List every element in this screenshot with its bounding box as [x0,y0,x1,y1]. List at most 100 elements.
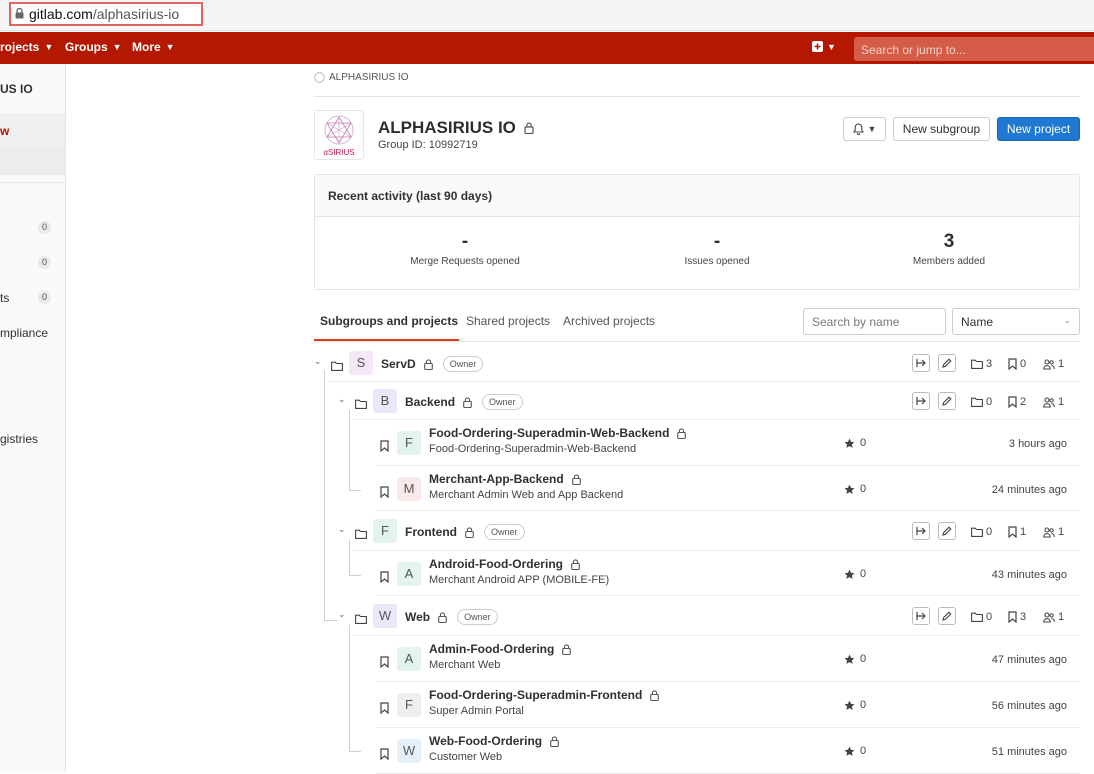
leave-group-button[interactable] [912,607,930,625]
bookmark-icon [1008,358,1017,370]
bookmark-icon-wrap [380,747,389,765]
sidebar-item-overview[interactable]: w [0,113,65,147]
project-row[interactable]: M Merchant-App-Backend Merchant Admin Web … [314,466,1080,511]
edit-group-button[interactable] [938,392,956,410]
project-description: Food-Ordering-Superadmin-Web-Backend [429,443,637,455]
url-field[interactable]: gitlab.com/alphasirius-io [9,2,203,26]
chevron-down-icon[interactable]: ⌄ [338,609,346,620]
star-icon [844,746,855,756]
sidebar-item-label: w [0,124,10,138]
lock-icon [463,396,472,408]
tree-connector-line [349,490,361,491]
nav-projects[interactable]: rojects ▼ [0,40,53,54]
breadcrumb-link[interactable]: ALPHASIRIUS IO [329,72,408,83]
project-row[interactable]: A Android-Food-Ordering Merchant Android A… [314,551,1080,596]
project-name[interactable]: Web-Food-Ordering [429,734,559,748]
subgroup-row[interactable]: ⌄ B Backend Owner 0 2 1 [314,381,1080,420]
new-dropdown-button[interactable]: ▼ [812,41,836,52]
nav-more[interactable]: More ▼ [132,40,175,54]
star-count: 0 [844,745,866,757]
count-value: 0 [986,396,993,408]
sidebar-item-requirements[interactable]: ts 0 [0,291,65,305]
lock-icon [562,643,572,655]
notifications-dropdown-button[interactable]: ▼ [843,117,886,141]
sidebar-item-issues[interactable]: 0 [0,221,65,235]
subgroup-name[interactable]: Frontend Owner [405,524,525,540]
sidebar-item-compliance[interactable]: mpliance [0,326,65,340]
project-description: Merchant Admin Web and App Backend [429,489,624,501]
project-row[interactable]: F Food-Ordering-Superadmin-Frontend Super … [314,682,1080,728]
chevron-down-icon: ▼ [165,42,175,52]
project-name[interactable]: Admin-Food-Ordering [429,642,572,656]
bookmark-icon-wrap [380,570,389,588]
project-name-text: Admin-Food-Ordering [429,642,555,656]
chevron-down-icon[interactable]: ⌄ [314,356,322,367]
project-name[interactable]: Android-Food-Ordering [429,557,580,571]
subgroup-name[interactable]: ServD Owner [381,356,484,372]
subgroup-row[interactable]: ⌄ S ServD Owner 3 0 1 [314,344,1080,382]
sidebar-item-merge-requests[interactable]: 0 [0,256,65,270]
new-subgroup-button[interactable]: New subgroup [893,117,990,141]
global-search-input[interactable]: Search or jump to... [854,37,1094,61]
breadcrumb: ALPHASIRIUS IO [314,72,408,83]
chevron-down-icon: ▼ [827,41,836,52]
group-id: Group ID: 10992719 [378,139,478,151]
new-project-button[interactable]: New project [997,117,1080,141]
lock-icon [524,122,534,134]
role-badge: Owner [482,394,523,410]
tab-archived-projects[interactable]: Archived projects [563,314,655,328]
count-value: 0 [860,483,867,495]
count-badge: 0 [38,256,51,269]
stat-issues: - Issues opened [637,231,797,267]
stat-value: - [713,231,721,252]
folder-icon [971,397,983,407]
subgroup-name[interactable]: Backend Owner [405,394,523,410]
subgroup-name-text: Web [405,610,431,624]
project-row[interactable]: F Food-Ordering-Superadmin-Web-Backend Foo… [314,420,1080,466]
project-row[interactable]: A Admin-Food-Ordering Merchant Web 0 47 minu… [314,636,1080,682]
tab-shared-projects[interactable]: Shared projects [466,314,550,328]
nav-groups[interactable]: Groups ▼ [65,40,122,54]
subgroup-name[interactable]: Web Owner [405,609,498,625]
subgroup-row[interactable]: ⌄ F Frontend Owner 0 1 1 [314,511,1080,551]
count-value: 0 [1020,358,1027,370]
tree-connector-line [349,575,361,576]
folder-icon [971,359,983,369]
edit-group-button[interactable] [938,607,956,625]
leave-group-button[interactable] [912,354,930,372]
group-avatar: B [373,389,397,413]
project-description: Merchant Web [429,659,501,671]
chevron-down-icon[interactable]: ⌄ [338,524,346,535]
tab-subgroups-and-projects[interactable]: Subgroups and projects [320,314,458,328]
count-value: 0 [986,611,993,623]
project-name-text: Android-Food-Ordering [429,557,563,571]
sidebar-item-label: mpliance [0,326,49,340]
edit-group-button[interactable] [938,354,956,372]
sort-select[interactable]: Name ⌄ [952,308,1080,335]
folder-open [331,358,343,376]
project-row[interactable]: W Web-Food-Ordering Customer Web 0 51 minute… [314,728,1080,774]
bookmark-icon [380,702,389,715]
users-icon [1043,396,1055,408]
star-icon [844,700,855,710]
subgroup-row[interactable]: ⌄ W Web Owner 0 3 1 [314,596,1080,636]
star-icon [844,438,855,448]
bookmark-icon-wrap [380,439,389,457]
bell-icon [852,123,864,135]
lock-icon [650,689,660,701]
count-badge: 0 [38,221,51,234]
chevron-down-icon[interactable]: ⌄ [338,394,346,405]
edit-group-button[interactable] [938,522,956,540]
sidebar-subitem-active[interactable] [0,147,65,175]
project-name[interactable]: Food-Ordering-Superadmin-Frontend [429,688,660,702]
project-name[interactable]: Merchant-App-Backend [429,472,581,486]
sidebar-group-name[interactable]: US IO [0,82,65,96]
nav-groups-label: Groups [65,40,108,54]
leave-group-button[interactable] [912,522,930,540]
leave-group-button[interactable] [912,392,930,410]
project-name-text: Food-Ordering-Superadmin-Web-Backend [429,426,670,440]
folder-icon [971,527,983,537]
filter-search-input[interactable]: Search by name [803,308,946,335]
project-name[interactable]: Food-Ordering-Superadmin-Web-Backend [429,426,687,440]
sidebar-item-registries[interactable]: gistries [0,432,65,446]
